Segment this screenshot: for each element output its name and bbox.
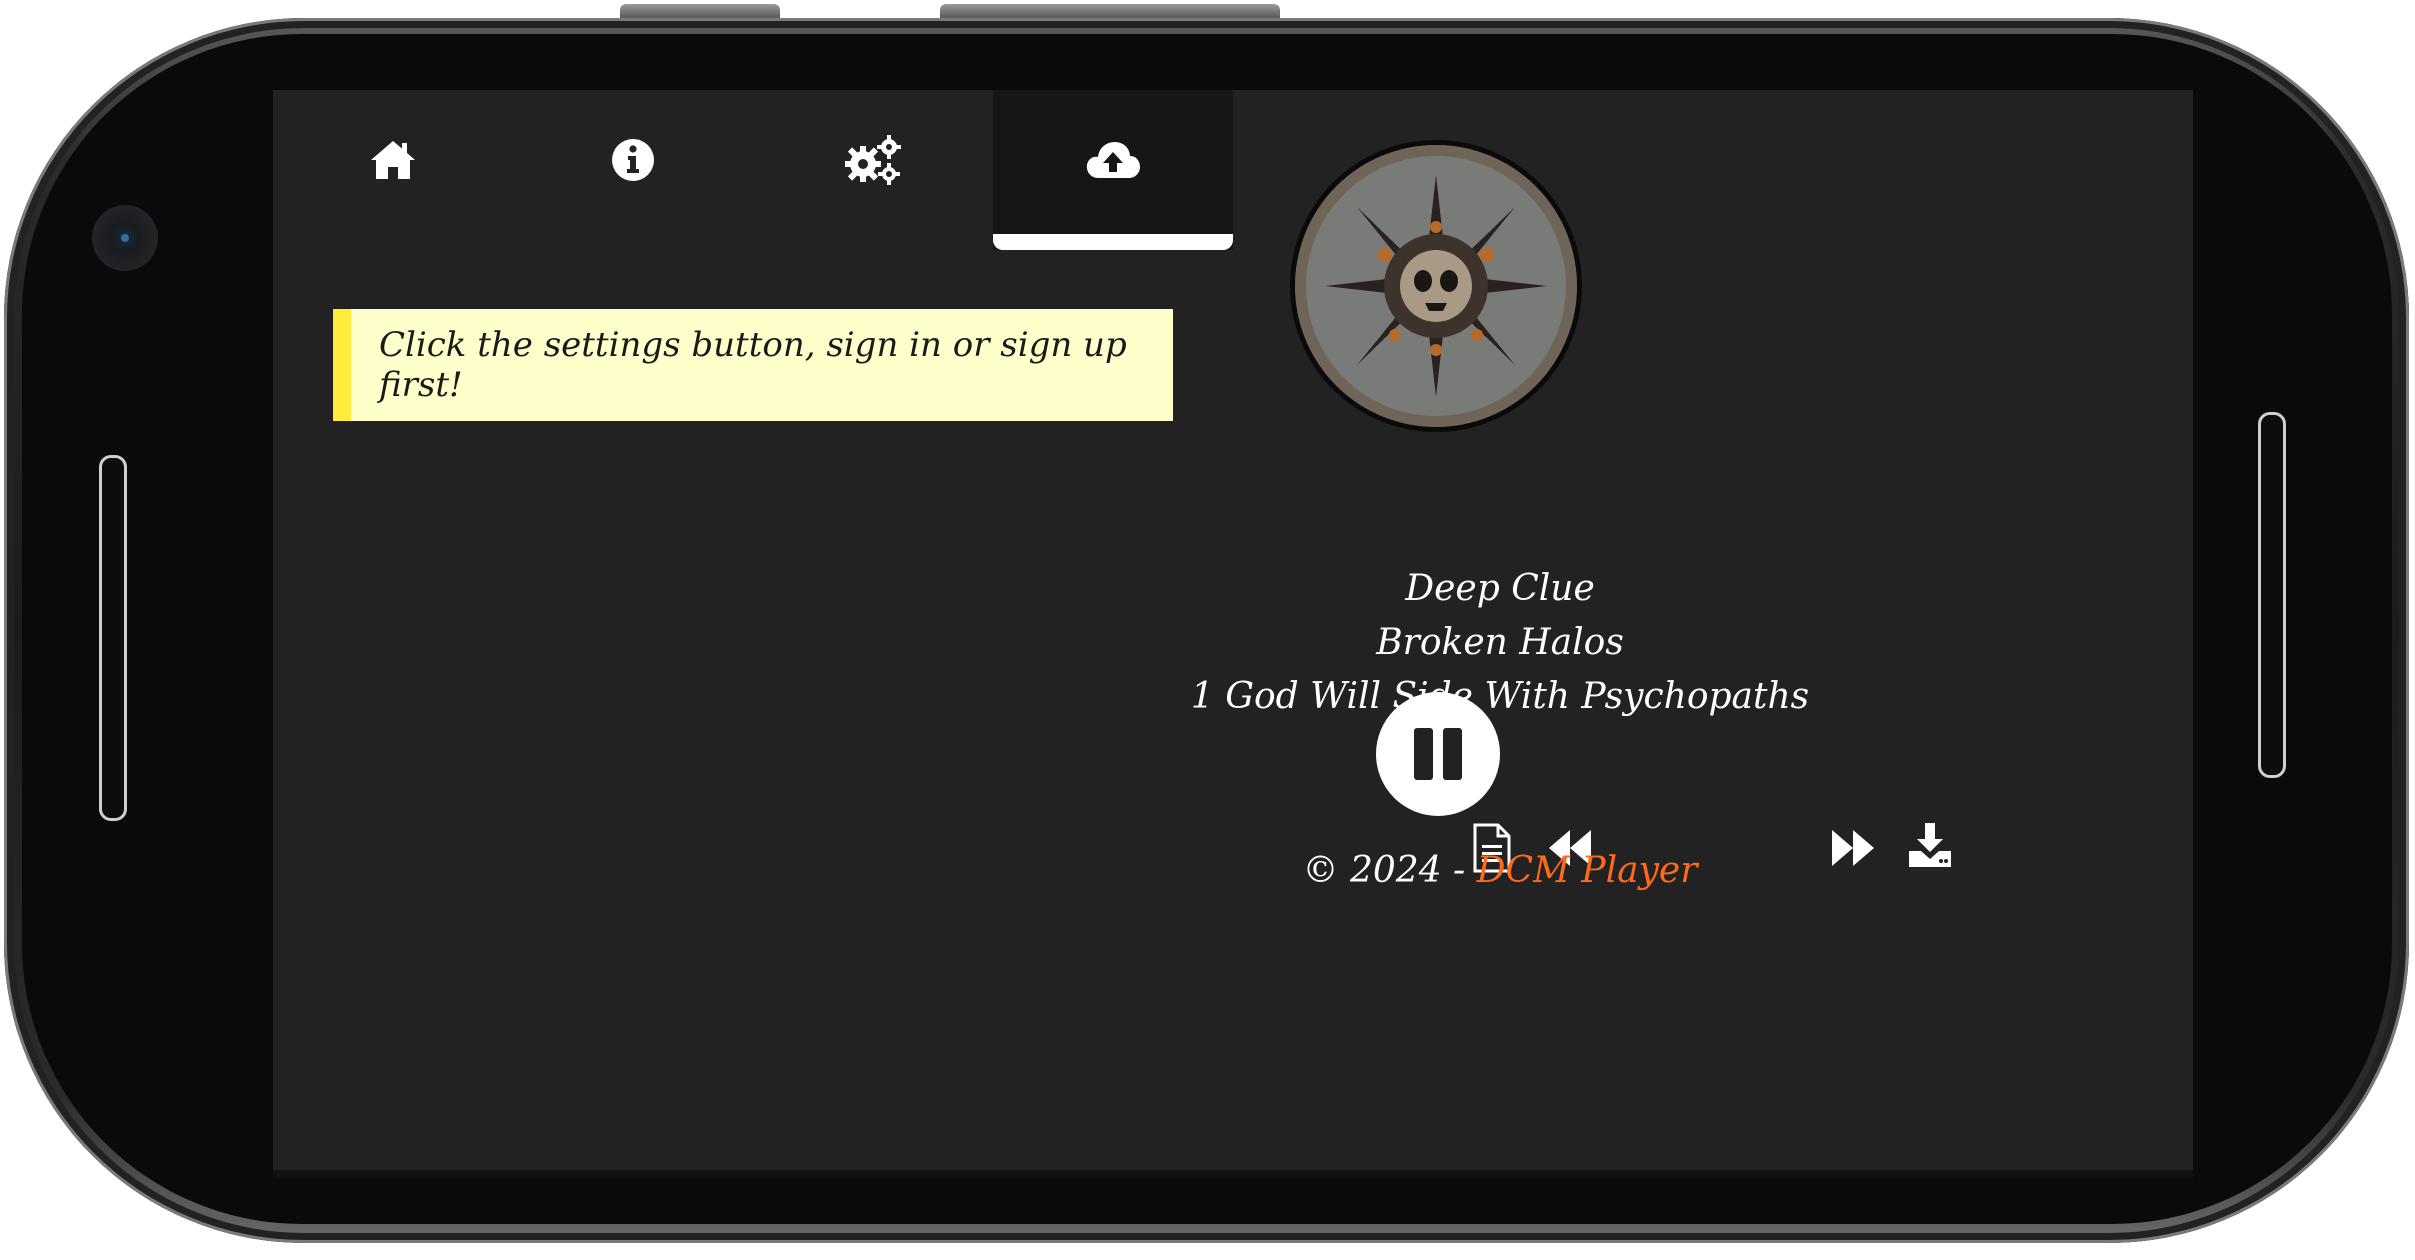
brand-link[interactable]: DCM Player [1477,850,1698,891]
footer: © 2024 - DCM Player [1080,850,1920,891]
copyright-text: © 2024 - [1302,850,1477,891]
artist-name: Deep Clue [1405,568,1595,609]
home-icon [371,141,415,179]
screen-bottom-edge [273,1170,2193,1178]
left-speaker-grille [99,455,127,821]
tab-bar [273,90,1233,250]
album-cover [1290,140,1582,432]
album-name: Broken Halos [1376,622,1624,663]
tab-info[interactable] [513,90,753,250]
album-art-image [1295,145,1577,427]
track-title: 1 God Will Side With Psychopaths [1190,676,1810,717]
tab-settings[interactable] [753,90,993,250]
phone-frame: Click the settings button, sign in or si… [0,0,2415,1260]
alert-message: Click the settings button, sign in or si… [379,325,1127,405]
volume-button [620,4,780,18]
power-button [940,4,1280,18]
pause-icon [1414,728,1462,780]
tab-upload[interactable] [993,90,1233,250]
tab-home[interactable] [273,90,513,250]
front-camera [92,205,158,271]
info-icon [612,139,654,181]
sign-in-alert: Click the settings button, sign in or si… [333,309,1173,421]
cloud-upload-icon [1086,142,1140,178]
gears-icon [845,135,901,185]
right-speaker-grille [2258,412,2286,778]
play-pause-button[interactable] [1376,692,1500,816]
